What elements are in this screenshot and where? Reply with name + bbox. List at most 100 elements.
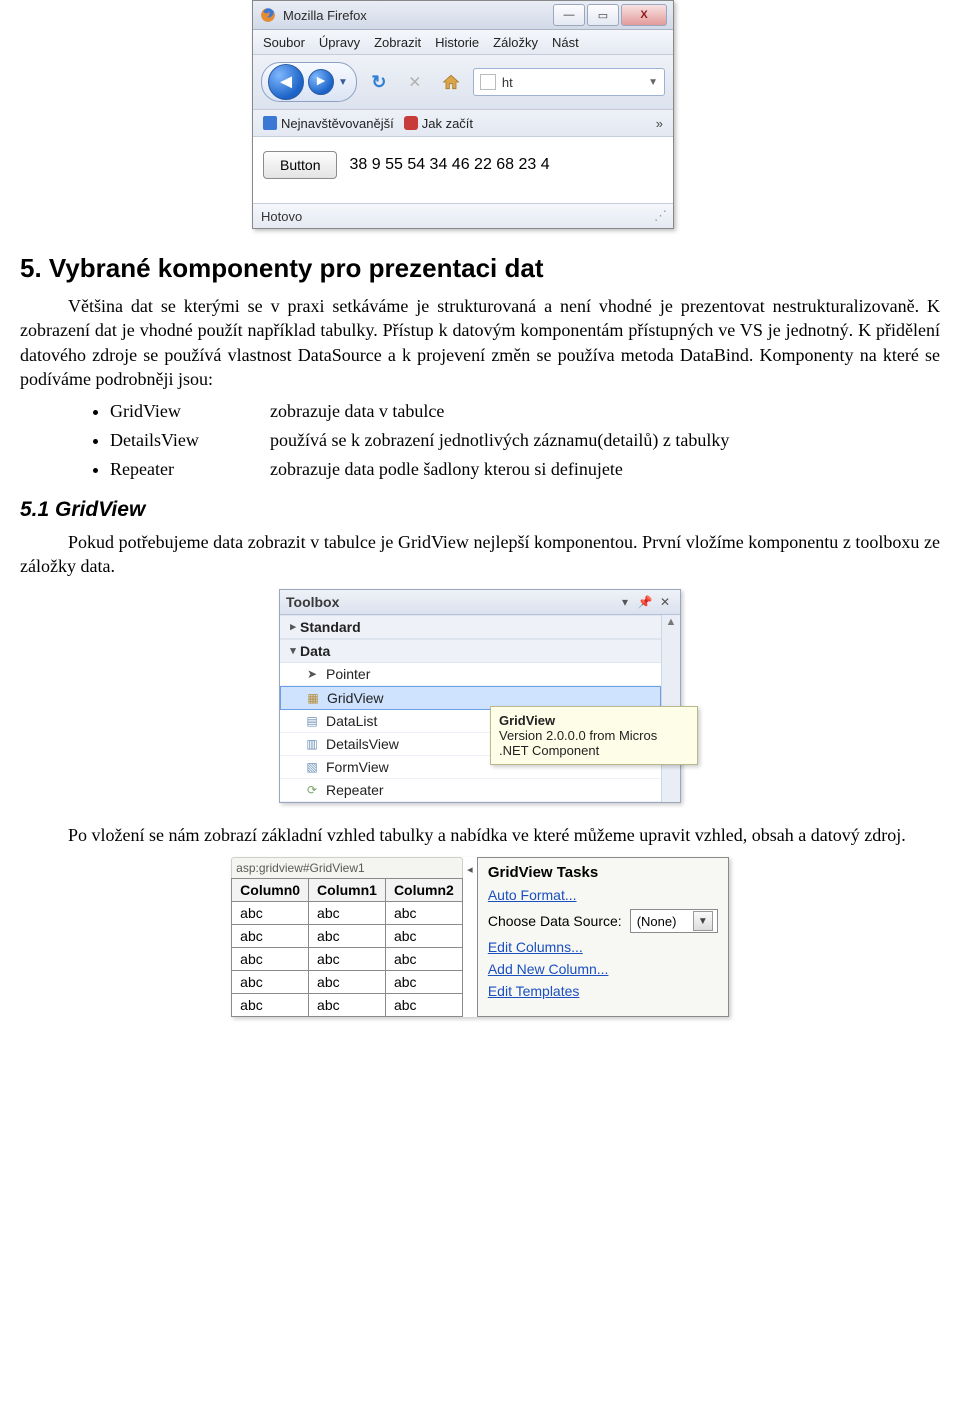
menu-soubor[interactable]: Soubor <box>263 35 305 50</box>
column-header[interactable]: Column2 <box>385 879 462 902</box>
scroll-up-icon[interactable]: ▲ <box>666 615 677 629</box>
designer-tag: asp:gridview#GridView1 <box>231 857 463 878</box>
cell: abc <box>309 902 386 925</box>
gridview-table[interactable]: Column0 Column1 Column2 abc abc abc abc … <box>231 878 463 1017</box>
details-icon: ▥ <box>304 736 320 752</box>
group-standard[interactable]: ▸ Standard <box>280 615 661 639</box>
stop-button[interactable]: × <box>401 68 429 96</box>
cell: abc <box>232 925 309 948</box>
term: DetailsView <box>110 430 270 451</box>
page-content: Button 38 9 55 54 34 46 22 68 23 4 <box>253 137 673 203</box>
firefox-window: Mozilla Firefox — ▭ X Soubor Úpravy Zobr… <box>252 0 674 229</box>
cell: abc <box>385 948 462 971</box>
cell: abc <box>385 902 462 925</box>
cell: abc <box>385 971 462 994</box>
list-item: Repeater zobrazuje data podle šadlony kt… <box>110 459 940 480</box>
auto-format-link[interactable]: Auto Format... <box>488 887 718 903</box>
smart-tag-toggle[interactable]: ◂ <box>463 857 477 1017</box>
reload-button[interactable]: ↻ <box>365 68 393 96</box>
item-label: Pointer <box>326 666 370 682</box>
form-icon: ▧ <box>304 759 320 775</box>
menu-upravy[interactable]: Úpravy <box>319 35 360 50</box>
datasource-select[interactable]: (None) ▼ <box>630 909 718 933</box>
item-label: GridView <box>327 690 384 706</box>
bookmark-most-visited[interactable]: Nejnavštěvovanější <box>263 116 394 131</box>
forward-button[interactable]: ► <box>308 69 334 95</box>
toolbox-header: Toolbox ▾ 📌 ✕ <box>280 590 680 615</box>
section-heading: 5. Vybrané komponenty pro prezentaci dat <box>20 253 940 284</box>
collapse-icon: ▾ <box>286 644 300 657</box>
menu-historie[interactable]: Historie <box>435 35 479 50</box>
term: GridView <box>110 401 270 422</box>
menu-zalozky[interactable]: Záložky <box>493 35 538 50</box>
nav-back-forward: ◄ ► ▼ <box>261 62 357 102</box>
item-label: FormView <box>326 759 389 775</box>
pointer-icon: ➤ <box>304 666 320 682</box>
table-row: abc abc abc <box>232 994 463 1017</box>
close-button[interactable]: X <box>621 4 667 26</box>
edit-templates-link[interactable]: Edit Templates <box>488 983 718 999</box>
status-bar: Hotovo ⋰ <box>253 203 673 228</box>
bookmark-folder-icon <box>263 116 277 130</box>
dropdown-icon[interactable]: ▾ <box>616 593 634 611</box>
cell: abc <box>232 971 309 994</box>
table-row: abc abc abc <box>232 971 463 994</box>
dropdown-icon[interactable]: ▼ <box>693 911 713 931</box>
vs-toolbox: Toolbox ▾ 📌 ✕ ▸ Standard ▾ Data ➤ <box>279 589 681 803</box>
list-icon: ▤ <box>304 713 320 729</box>
menu-zobrazit[interactable]: Zobrazit <box>374 35 421 50</box>
cell: abc <box>309 971 386 994</box>
cell: abc <box>309 925 386 948</box>
edit-columns-link[interactable]: Edit Columns... <box>488 939 718 955</box>
term: Repeater <box>110 459 270 480</box>
table-row: abc abc abc <box>232 902 463 925</box>
panel-title: GridView Tasks <box>488 864 718 881</box>
select-value: (None) <box>637 914 677 929</box>
tooltip-title: GridView <box>499 713 689 728</box>
resize-grip-icon[interactable]: ⋰ <box>654 208 665 224</box>
bookmark-get-started[interactable]: Jak začít <box>404 116 473 131</box>
item-label: DataList <box>326 713 377 729</box>
cell: abc <box>232 902 309 925</box>
back-button[interactable]: ◄ <box>268 64 304 100</box>
cell: abc <box>309 948 386 971</box>
url-text: ht <box>502 75 513 90</box>
bookmark-label: Nejnavštěvovanější <box>281 116 394 131</box>
tooltip-line: .NET Component <box>499 743 689 758</box>
tooltip-line: Version 2.0.0.0 from Micros <box>499 728 689 743</box>
history-dropdown-icon[interactable]: ▼ <box>338 77 348 88</box>
component-list: GridView zobrazuje data v tabulce Detail… <box>110 401 940 480</box>
paragraph: Většina dat se kterými se v praxi setkáv… <box>20 294 940 391</box>
paragraph: Po vložení se nám zobrazí základní vzhle… <box>20 823 940 847</box>
pin-icon[interactable]: 📌 <box>636 593 654 611</box>
expand-icon: ▸ <box>286 620 300 633</box>
bookmarks-overflow-icon[interactable]: » <box>656 116 663 131</box>
chevron-left-icon: ◂ <box>467 863 473 876</box>
table-row: abc abc abc <box>232 948 463 971</box>
column-header[interactable]: Column1 <box>309 879 386 902</box>
close-icon[interactable]: ✕ <box>656 593 674 611</box>
content-button[interactable]: Button <box>263 151 337 179</box>
address-bar[interactable]: ht ▼ <box>473 68 665 96</box>
bookmarks-toolbar: Nejnavštěvovanější Jak začít » <box>253 110 673 137</box>
toolbox-title: Toolbox <box>286 594 614 610</box>
column-header[interactable]: Column0 <box>232 879 309 902</box>
table-row: abc abc abc <box>232 925 463 948</box>
page-icon <box>480 74 496 90</box>
cell: abc <box>309 994 386 1017</box>
add-column-link[interactable]: Add New Column... <box>488 961 718 977</box>
group-label: Data <box>300 643 330 659</box>
grid-icon: ▦ <box>305 690 321 706</box>
url-dropdown-icon[interactable]: ▼ <box>648 77 658 88</box>
firefox-icon <box>259 6 277 24</box>
toolbox-item-pointer[interactable]: ➤ Pointer <box>280 663 661 686</box>
home-button[interactable] <box>437 68 465 96</box>
gridview-tasks-panel: GridView Tasks Auto Format... Choose Dat… <box>477 857 729 1017</box>
group-data[interactable]: ▾ Data <box>280 639 661 663</box>
minimize-button[interactable]: — <box>553 4 585 26</box>
menu-nastroje[interactable]: Nást <box>552 35 579 50</box>
maximize-button[interactable]: ▭ <box>587 4 619 26</box>
toolbox-item-repeater[interactable]: ⟳ Repeater <box>280 779 661 802</box>
choose-datasource-label: Choose Data Source: <box>488 913 622 929</box>
description: používá se k zobrazení jednotlivých zázn… <box>270 430 940 451</box>
